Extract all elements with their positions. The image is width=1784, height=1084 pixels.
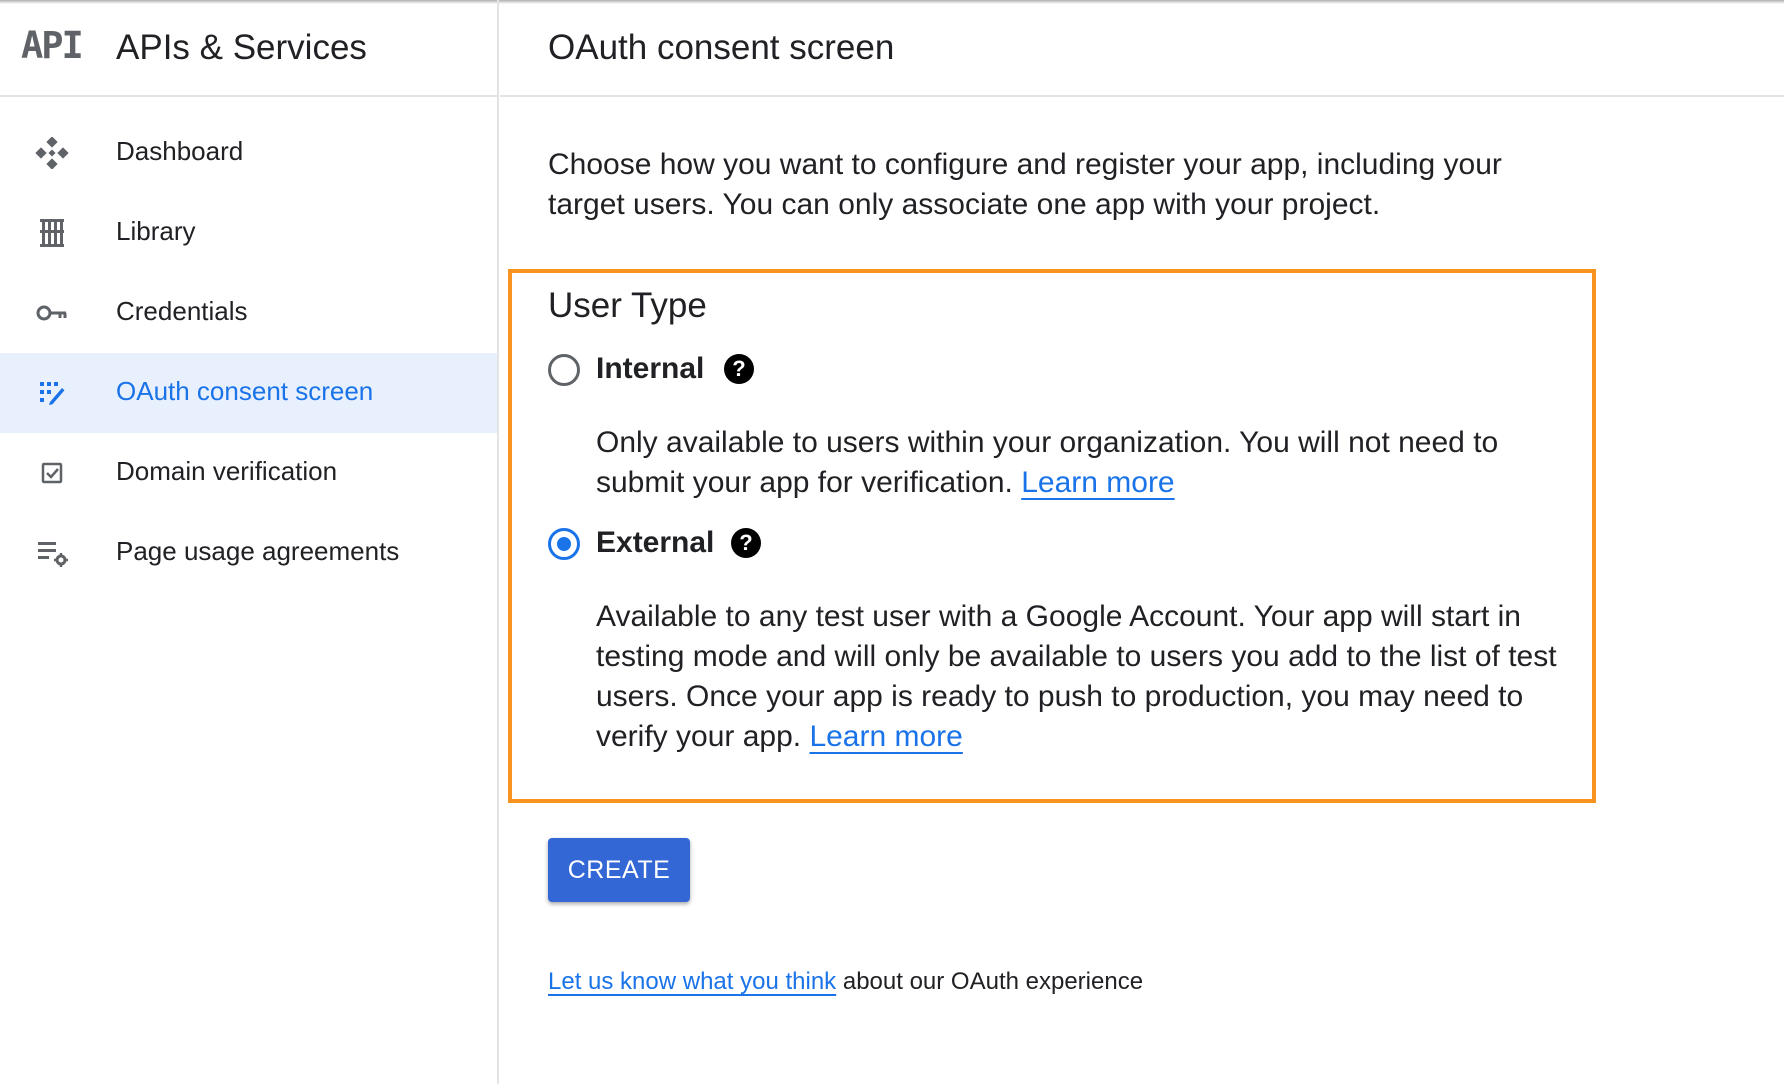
user-type-heading: User Type (548, 286, 707, 325)
internal-description: Only available to users within your orga… (596, 426, 1499, 499)
external-label[interactable]: External (596, 526, 714, 560)
sidebar-item-label: Dashboard (116, 136, 244, 166)
oauth-consent-icon (40, 382, 65, 405)
internal-help-icon[interactable]: ? (724, 354, 754, 384)
checkbox-icon (41, 462, 63, 484)
sidebar-item-label: Credentials (116, 296, 248, 326)
sidebar-nav: Dashboard Library Credentials OAuth cons… (0, 113, 497, 593)
sidebar-header: API APIs & Services (0, 0, 497, 97)
key-icon (36, 305, 67, 321)
feedback-link[interactable]: Let us know what you think (548, 968, 836, 995)
dashboard-icon (35, 137, 69, 169)
sidebar-item-label: Page usage agreements (116, 536, 400, 566)
feedback-text: Let us know what you think about our OAu… (548, 968, 1144, 995)
intro-text: Choose how you want to configure and reg… (548, 148, 1502, 221)
sidebar-item-library[interactable]: Library (0, 193, 497, 273)
internal-radio[interactable] (548, 354, 580, 386)
external-description: Available to any test user with a Google… (596, 600, 1557, 753)
page-title: OAuth consent screen (548, 28, 895, 67)
sidebar-item-dashboard[interactable]: Dashboard (0, 113, 497, 193)
sidebar-item-page-usage-agreements[interactable]: Page usage agreements (0, 513, 497, 593)
library-icon (40, 219, 64, 247)
internal-learn-more-link[interactable]: Learn more (1021, 466, 1174, 499)
sidebar-item-label: Library (116, 216, 196, 246)
external-help-icon[interactable]: ? (731, 528, 761, 558)
api-logo: API (21, 24, 84, 67)
sidebar-item-label: OAuth consent screen (116, 376, 374, 406)
external-radio[interactable] (548, 528, 580, 560)
sidebar-item-oauth-consent-screen[interactable]: OAuth consent screen (0, 353, 497, 433)
internal-label[interactable]: Internal (596, 352, 704, 386)
product-title: APIs & Services (116, 28, 367, 67)
list-settings-icon (38, 542, 68, 567)
create-button[interactable]: CREATE (548, 838, 690, 902)
main-header: OAuth consent screen (500, 0, 1784, 97)
sidebar-item-domain-verification[interactable]: Domain verification (0, 433, 497, 513)
sidebar: API APIs & Services Dashboard Library Cr… (0, 0, 499, 1084)
sidebar-item-label: Domain verification (116, 456, 338, 486)
sidebar-item-credentials[interactable]: Credentials (0, 273, 497, 353)
external-learn-more-link[interactable]: Learn more (809, 720, 962, 753)
